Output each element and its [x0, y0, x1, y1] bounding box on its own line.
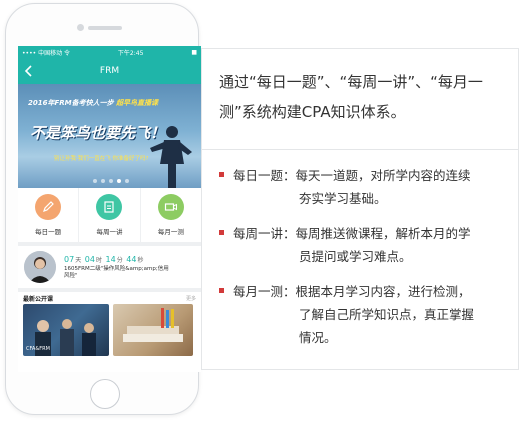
course-caption: CFA&FRM: [26, 346, 50, 352]
card-heading: 通过“每日一题”、“每周一讲”、“每月一测”系统构建CPA知识体系。: [202, 49, 518, 150]
bullet-icon: [219, 288, 224, 293]
carousel-dot[interactable]: [109, 179, 113, 183]
status-bar: •••• 中国移动 令 下午2:45 ■: [18, 46, 201, 58]
battery-icon: ■: [191, 48, 197, 56]
live-course-card[interactable]: 07天 04时 14分 44秒 1605FRM二级"操作风险&amp;amp;信…: [18, 246, 201, 292]
phone-mockup: •••• 中国移动 令 下午2:45 ■ FRM 2016年FRM备考快人一步 …: [5, 3, 201, 415]
countdown-minutes-unit: 分: [116, 256, 123, 264]
video-icon: [157, 194, 184, 220]
item-label: 每日一题：: [233, 168, 296, 183]
course-thumbnail[interactable]: CFA&FRM: [23, 304, 109, 356]
feature-weekly-lecture[interactable]: 每周一讲: [79, 188, 141, 242]
item-label: 每周一讲：: [233, 226, 296, 241]
list-item-daily: 每日一题：每天一道题，对所学内容的连续 夯实学习基础。: [219, 164, 504, 210]
feature-grid: 每日一题 每周一讲 每月一测: [18, 188, 201, 246]
feature-label: 每周一讲: [96, 228, 123, 236]
bullet-icon: [219, 230, 224, 235]
document-icon: [96, 194, 123, 220]
countdown-seconds: 44: [126, 254, 137, 264]
carousel-dot[interactable]: [125, 179, 129, 183]
promo-banner[interactable]: 2016年FRM备考快人一步 超早鸟直播课 不是笨鸟也要先飞！ 别让孙我·我们一…: [18, 84, 201, 188]
app-screen: •••• 中国移动 令 下午2:45 ■ FRM 2016年FRM备考快人一步 …: [18, 46, 201, 372]
banner-headline: 2016年FRM备考快人一步 超早鸟直播课: [28, 98, 158, 108]
item-line1: 每周推送微课程，解析本月的学: [295, 226, 471, 241]
list-item-text: 每月一测：根据本月学习内容，进行检测， 了解自己所学知识点，真正掌握 情况。: [233, 280, 474, 349]
section-title: 最新公开课: [23, 295, 54, 303]
list-item-text: 每日一题：每天一道题，对所学内容的连续 夯实学习基础。: [233, 164, 471, 210]
camera-icon: [77, 24, 84, 31]
nav-bar: FRM: [18, 58, 201, 84]
nav-title: FRM: [99, 66, 120, 76]
teacher-avatar: [24, 251, 56, 283]
item-line3: 情况。: [299, 330, 337, 345]
item-line2: 夯实学习基础。: [299, 191, 387, 206]
feature-description-card: 通过“每日一题”、“每周一讲”、“每月一测”系统构建CPA知识体系。 每日一题：…: [201, 48, 519, 370]
item-line2: 了解自己所学知识点，真正掌握: [299, 307, 475, 322]
promo-panel: •••• 中国移动 令 下午2:45 ■ FRM 2016年FRM备考快人一步 …: [0, 0, 524, 422]
feature-label: 每月一测: [157, 228, 184, 236]
more-link[interactable]: 更多: [186, 295, 196, 302]
feature-daily-question[interactable]: 每日一题: [18, 188, 80, 242]
carrier-label: •••• 中国移动 令: [22, 49, 70, 57]
item-line1: 根据本月学习内容，进行检测，: [295, 284, 471, 299]
item-line1: 每天一道题，对所学内容的连续: [295, 168, 471, 183]
carousel-dot-active[interactable]: [117, 179, 121, 183]
countdown-days-unit: 天: [75, 256, 82, 264]
bullet-icon: [219, 172, 224, 177]
countdown-seconds-unit: 秒: [137, 256, 144, 264]
feature-monthly-test[interactable]: 每月一测: [141, 188, 201, 242]
pencil-icon: [35, 194, 62, 220]
item-line2: 员提问或学习难点。: [299, 249, 412, 264]
course-list: CFA&FRM: [18, 304, 201, 356]
list-item-monthly: 每月一测：根据本月学习内容，进行检测， 了解自己所学知识点，真正掌握 情况。: [219, 280, 504, 349]
feature-label: 每日一题: [35, 228, 62, 236]
live-info: 07天 04时 14分 44秒 1605FRM二级"操作风险&amp;amp;信…: [64, 255, 174, 280]
books-photo-icon: [123, 308, 183, 342]
runner-figure-icon: [150, 126, 192, 188]
list-item-weekly: 每周一讲：每周推送微课程，解析本月的学 员提问或学习难点。: [219, 222, 504, 268]
banner-headline-prefix: 2016年FRM备考快人一步: [28, 99, 117, 107]
countdown-minutes: 14: [105, 254, 116, 264]
home-button[interactable]: [90, 379, 120, 409]
banner-subtext: 别让孙我·我们一直在飞 你准备好了吗?: [54, 156, 149, 162]
card-body: 每日一题：每天一道题，对所学内容的连续 夯实学习基础。 每周一讲：每周推送微课程…: [202, 150, 518, 349]
clock: 下午2:45: [117, 49, 144, 57]
back-arrow-icon[interactable]: [24, 65, 34, 77]
list-item-text: 每周一讲：每周推送微课程，解析本月的学 员提问或学习难点。: [233, 222, 471, 268]
countdown-timer: 07天 04时 14分 44秒: [64, 255, 174, 264]
countdown-days: 07: [64, 254, 75, 264]
speaker-grille: [88, 26, 122, 30]
banner-slogan: 不是笨鸟也要先飞！: [30, 124, 166, 142]
banner-headline-highlight: 超早鸟直播课: [116, 99, 159, 107]
carousel-dot[interactable]: [101, 179, 105, 183]
course-thumbnail[interactable]: [113, 304, 193, 356]
countdown-hours: 04: [84, 254, 95, 264]
carousel-dot[interactable]: [93, 179, 97, 183]
open-courses-header: 最新公开课 更多: [18, 292, 201, 304]
item-label: 每月一测：: [233, 284, 296, 299]
countdown-hours-unit: 时: [95, 256, 102, 264]
carousel-indicator[interactable]: [93, 179, 129, 183]
live-course-title: 1605FRM二级"操作风险&amp;amp;信用风险": [64, 265, 169, 279]
